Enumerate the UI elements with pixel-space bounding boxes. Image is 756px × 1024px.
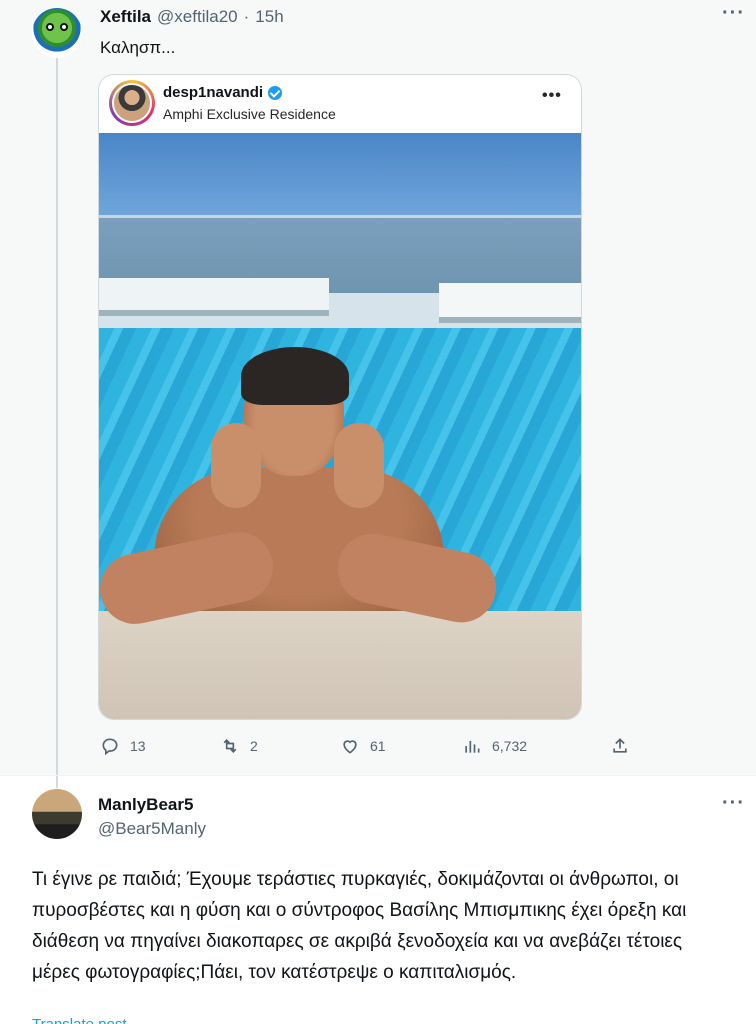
photo-pool-edge <box>99 611 581 719</box>
verified-badge-icon <box>268 85 283 100</box>
retweet-count: 2 <box>250 738 258 754</box>
retweet-icon <box>223 738 237 754</box>
share-button[interactable] <box>610 736 630 756</box>
photo-person-hair <box>241 347 349 405</box>
like-count: 61 <box>370 738 386 754</box>
instagram-avatar[interactable] <box>109 80 155 126</box>
timestamp[interactable]: 15h <box>255 7 283 27</box>
divider <box>0 775 756 776</box>
thread-connector <box>56 58 58 788</box>
tweet-text: Τι έγινε ρε παιδιά; Έχουμε τεράστιες πυρ… <box>32 869 687 983</box>
instagram-location[interactable]: Amphi Exclusive Residence <box>163 106 336 122</box>
avatar[interactable] <box>32 8 82 58</box>
tweet-action-bar: 13 2 61 6,732 <box>100 736 640 760</box>
avatar[interactable] <box>32 789 82 839</box>
avatar-eye-icon <box>60 23 68 31</box>
display-name[interactable]: Xeftila <box>100 7 151 27</box>
embedded-instagram-card[interactable]: desp1navandi Amphi Exclusive Residence •… <box>98 74 582 720</box>
instagram-post-header: desp1navandi Amphi Exclusive Residence •… <box>99 75 581 133</box>
post-photo[interactable] <box>99 133 581 719</box>
photo-sunbed <box>99 278 329 316</box>
tweet-header: Xeftila @xeftila20 · 15h <box>100 7 284 27</box>
more-options-icon[interactable]: ··· <box>722 792 745 815</box>
heart-icon <box>343 740 357 754</box>
avatar-eye-icon <box>46 23 54 31</box>
translate-link[interactable]: Translate post <box>32 1016 127 1024</box>
retweet-button[interactable]: 2 <box>220 736 258 756</box>
like-button[interactable]: 61 <box>340 736 386 756</box>
display-name[interactable]: ManlyBear5 <box>98 795 193 815</box>
user-handle[interactable]: @Bear5Manly <box>98 819 206 839</box>
views-button[interactable]: 6,732 <box>462 736 527 756</box>
photo-person-hand <box>334 423 384 508</box>
photo-sky <box>99 133 581 215</box>
instagram-username[interactable]: desp1navandi <box>163 84 263 101</box>
share-icon <box>613 738 627 753</box>
reply-button[interactable]: 13 <box>100 736 146 756</box>
reply-count: 13 <box>130 738 146 754</box>
more-options-icon[interactable]: ··· <box>722 2 745 25</box>
tweet-original[interactable]: Xeftila @xeftila20 · 15h ··· Καλησπ... d… <box>0 0 756 788</box>
instagram-username-row[interactable]: desp1navandi <box>163 84 283 101</box>
photo-sunbed <box>439 283 581 323</box>
reply-icon <box>102 738 118 756</box>
separator-dot: · <box>243 7 250 26</box>
tweet-text: Καλησπ... <box>100 38 176 57</box>
instagram-more-icon[interactable]: ••• <box>542 87 562 105</box>
user-handle[interactable]: @xeftila20 <box>157 7 238 27</box>
views-chart-icon <box>465 741 480 753</box>
photo-person-hand <box>211 423 261 508</box>
view-count: 6,732 <box>492 738 528 754</box>
